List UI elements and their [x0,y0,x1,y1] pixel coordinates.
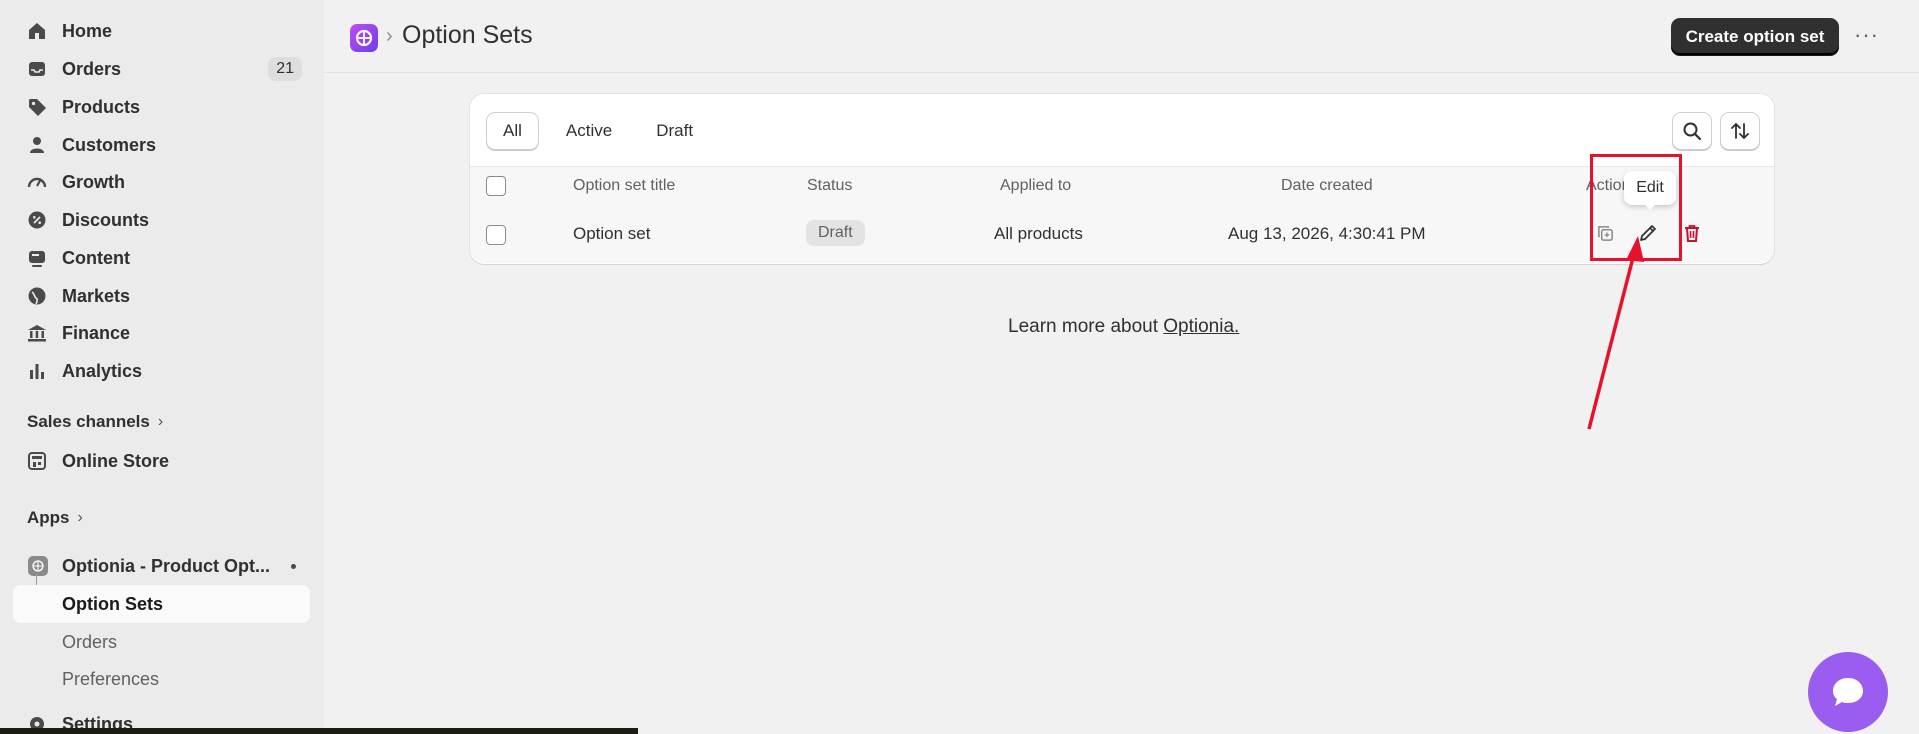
table-header: Option set title Status Applied to Date … [470,166,1774,206]
sidebar-item-online-store[interactable]: Online Store [14,443,310,479]
optionia-link[interactable]: Optionia. [1163,316,1239,337]
orders-count-badge: 21 [268,57,302,81]
row-checkbox[interactable] [486,225,506,245]
subitem-label: Option Sets [62,593,164,614]
col-option-set-title[interactable]: Option set title [573,177,675,195]
create-option-set-button[interactable]: Create option set [1671,18,1839,55]
sidebar-item-label: Products [62,96,141,117]
page-header: › Option Sets Create option set ··· [324,0,1919,73]
tab-draft[interactable]: Draft [639,112,710,150]
subitem-label: Orders [62,631,118,652]
discount-icon [26,209,48,231]
row-applied-to: All products [994,224,1083,243]
bank-icon [26,322,48,344]
sidebar-subitem-orders[interactable]: Orders [13,623,310,661]
apps-label: Apps [27,508,70,527]
breadcrumb-separator-icon: › [386,25,393,47]
sidebar-item-label: Finance [62,322,131,343]
col-status[interactable]: Status [807,177,852,195]
sales-channels-header[interactable]: Sales channels › [27,412,163,432]
app-name-label: Optionia - Product Opt... [62,555,270,576]
sidebar-subitem-preferences[interactable]: Preferences [13,661,310,689]
trash-icon [1685,225,1699,242]
learn-more-text: Learn more about Optionia. [1008,316,1239,338]
chevron-right-icon: › [157,413,164,430]
sidebar-item-label: Growth [62,171,125,192]
sort-button[interactable] [1720,112,1760,150]
home-icon [26,20,48,42]
sidebar-item-home[interactable]: Home [14,13,310,49]
sidebar-item-label: Content [62,247,130,268]
sidebar: Home Orders 21 Products Customers Growth… [0,0,324,734]
delete-button[interactable] [1680,221,1704,245]
sidebar-item-orders[interactable]: Orders 21 [14,51,310,87]
person-icon [26,134,48,156]
filter-tabs: All Active Draft [486,112,720,150]
optionia-logo-icon[interactable] [350,24,378,52]
sidebar-item-label: Home [62,20,113,41]
status-badge: Draft [806,220,865,246]
sort-icon [1731,122,1749,140]
sidebar-item-finance[interactable]: Finance [14,315,310,351]
col-applied-to[interactable]: Applied to [1000,177,1071,195]
sidebar-item-label: Orders [62,58,122,79]
sidebar-item-markets[interactable]: Markets [14,278,310,314]
col-date-created[interactable]: Date created [1281,177,1373,195]
more-actions-icon[interactable]: ··· [1854,22,1879,48]
sidebar-item-growth[interactable]: Growth [14,164,310,200]
option-sets-card: All Active Draft Option set title Status… [470,94,1774,264]
row-title[interactable]: Option set [573,224,651,244]
inbox-icon [26,58,48,80]
subitem-label: Preferences [62,669,160,689]
row-date-created: Aug 13, 2026, 4:30:41 PM [1228,224,1426,243]
search-button[interactable] [1672,112,1712,150]
content-icon [26,247,48,269]
sidebar-item-discounts[interactable]: Discounts [14,202,310,238]
sidebar-item-products[interactable]: Products [14,89,310,125]
store-icon [26,450,48,472]
learn-more-label: Learn more about [1008,316,1164,337]
page-title: Option Sets [402,21,533,49]
chevron-right-icon: › [77,509,83,526]
sidebar-subitem-option-sets[interactable]: Option Sets [13,585,310,623]
tab-active[interactable]: Active [549,112,629,150]
globe-icon [26,285,48,307]
gauge-icon [26,171,48,193]
chat-launcher-button[interactable] [1808,652,1888,732]
sidebar-item-label: Markets [62,285,131,306]
pin-dot-icon[interactable] [291,564,296,569]
sales-channels-label: Sales channels [27,412,150,431]
bar-chart-icon [26,360,48,382]
table-row[interactable]: Option set Draft All products Aug 13, 20… [470,205,1774,263]
sidebar-item-content[interactable]: Content [14,240,310,276]
sidebar-item-label: Customers [62,134,157,155]
sidebar-item-label: Analytics [62,360,143,381]
sidebar-item-label: Discounts [62,209,150,230]
tag-icon [26,96,48,118]
select-all-checkbox[interactable] [486,176,506,196]
sidebar-item-analytics[interactable]: Analytics [14,353,310,389]
chat-icon [1833,678,1863,706]
optionia-app-icon [28,556,48,576]
tab-all[interactable]: All [486,112,539,150]
sidebar-app-optionia[interactable]: Optionia - Product Opt... [14,548,310,584]
annotation-arrow-icon [1587,236,1644,430]
sidebar-item-label: Online Store [62,450,170,471]
apps-header[interactable]: Apps › [27,508,83,528]
sidebar-item-customers[interactable]: Customers [14,127,310,163]
search-icon [1683,122,1702,141]
bottom-status-bar [0,728,638,734]
